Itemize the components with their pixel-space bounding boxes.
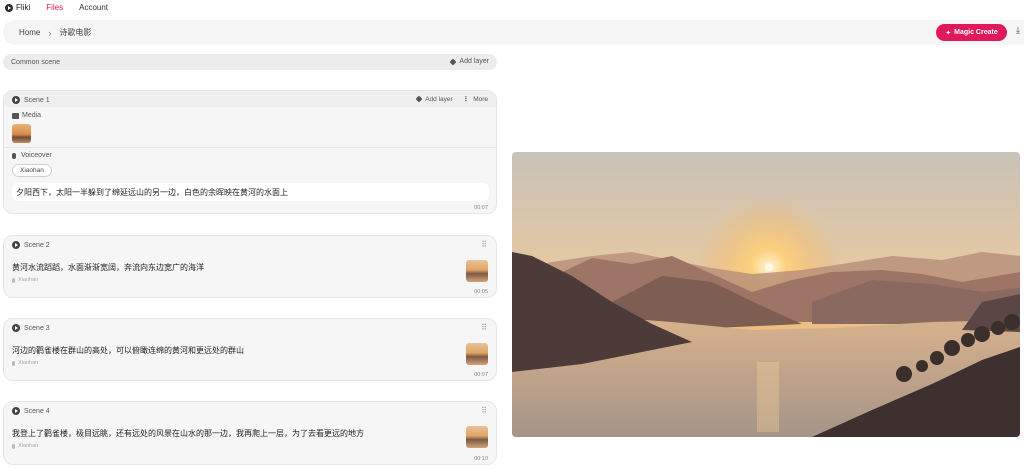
scene-duration: 00:05: [474, 289, 488, 295]
magic-create-label: Magic Create: [954, 29, 998, 36]
divider: [4, 147, 496, 148]
play-icon[interactable]: [12, 96, 20, 104]
scene-title: Scene 2: [24, 241, 50, 249]
play-icon[interactable]: [12, 241, 20, 249]
nav-account[interactable]: Account: [79, 3, 108, 12]
scene-thumbnail[interactable]: [466, 343, 488, 365]
play-icon[interactable]: [12, 324, 20, 332]
scene-thumbnail[interactable]: [466, 426, 488, 448]
sparkle-icon: ✦: [945, 29, 952, 37]
voiceover-label: Voiceover: [21, 152, 52, 159]
microphone-icon: [12, 152, 16, 159]
scene-card-3[interactable]: Scene 3 ⠿ 河边的鹳雀楼在群山的高处，可以俯瞰连绵的黄河和更远处的群山 …: [3, 318, 497, 381]
scene-script-input[interactable]: 夕阳西下，太阳一半躲到了绵延远山的另一边，白色的余晖映在黄河的水面上: [12, 183, 489, 201]
brand-logo[interactable]: Fliki: [5, 3, 30, 12]
top-navigation: Fliki Files Account: [0, 0, 1024, 15]
media-label: Media: [22, 112, 42, 119]
scene-script-text[interactable]: 河边的鹳雀楼在群山的高处，可以俯瞰连绵的黄河和更远处的群山: [12, 345, 244, 356]
common-scene-label: Common scene: [11, 58, 61, 66]
brand-name: Fliki: [16, 3, 31, 12]
common-scene-bar[interactable]: Common scene Add layer: [3, 54, 497, 70]
scene-header: Scene 4: [12, 407, 50, 415]
add-layer-label: Add layer: [425, 95, 453, 103]
magic-create-button[interactable]: ✦ Magic Create: [936, 24, 1007, 41]
voice-name: Xiaohan: [18, 360, 39, 366]
scene-duration: 00:07: [474, 205, 488, 211]
image-icon: [12, 112, 19, 119]
scene-voice: Xiaohan: [12, 360, 38, 366]
more-label: More: [473, 95, 488, 103]
download-icon[interactable]: ⤓: [1016, 25, 1020, 36]
common-add-layer-button[interactable]: Add layer: [450, 58, 489, 65]
scene-voice: Xiaohan: [12, 443, 38, 449]
scene-card-1[interactable]: Scene 1 Add layer ⋮ More Media Voiceover…: [3, 90, 497, 214]
media-section-label: Media: [12, 112, 41, 119]
play-icon[interactable]: [12, 407, 20, 415]
microphone-icon: [12, 443, 15, 449]
drag-handle-icon[interactable]: ⠿: [481, 324, 487, 332]
nav-files[interactable]: Files: [46, 3, 63, 12]
more-vertical-icon: ⋮: [462, 96, 470, 103]
microphone-icon: [12, 360, 15, 366]
scene-script-text[interactable]: 我登上了鹳雀楼，极目远眺，还有远处的风景在山水的那一边，我再爬上一层，为了去看更…: [12, 428, 364, 439]
scene-card-2[interactable]: Scene 2 ⠿ 黄河水流蹈蹈，水面渐渐宽阔，奔流向东边宽广的海洋 Xiaoh…: [3, 235, 497, 298]
breadcrumb-home[interactable]: Home: [19, 28, 40, 37]
scene-script-text[interactable]: 黄河水流蹈蹈，水面渐渐宽阔，奔流向东边宽广的海洋: [12, 262, 204, 273]
breadcrumb-current: 诗歌电影: [59, 28, 92, 37]
breadcrumb-separator-icon: ›: [48, 27, 52, 38]
scene-duration: 00:10: [474, 456, 488, 462]
scene-add-layer-button[interactable]: Add layer: [415, 95, 453, 103]
scene-title: Scene 4: [24, 407, 50, 415]
voice-selector-chip[interactable]: Xiaohan: [12, 164, 52, 177]
voiceover-section-label: Voiceover: [12, 152, 52, 159]
microphone-icon: [12, 277, 15, 283]
scene-actions: Add layer ⋮ More: [415, 95, 488, 104]
scene-thumbnail[interactable]: [466, 260, 488, 282]
layers-icon: [415, 95, 423, 103]
drag-handle-icon[interactable]: ⠿: [481, 241, 487, 249]
scene-duration: 00:07: [474, 372, 488, 378]
sunset-landscape-image: [512, 152, 1020, 437]
scene-header: Scene 1: [12, 96, 50, 104]
voice-name: Xiaohan: [18, 443, 39, 449]
scene-header: Scene 2: [12, 241, 50, 249]
scene-card-4[interactable]: Scene 4 ⠿ 我登上了鹳雀楼，极目远眺，还有远处的风景在山水的那一边，我再…: [3, 401, 497, 465]
scene-voice: Xiaohan: [12, 277, 38, 283]
media-thumbnail[interactable]: [12, 124, 31, 143]
scene-title: Scene 1: [24, 96, 50, 104]
layers-icon: [450, 58, 457, 65]
breadcrumb: Home › 诗歌电影 ✦ Magic Create ⤓: [3, 20, 1024, 45]
scene-title: Scene 3: [24, 324, 50, 332]
play-logo-icon: [5, 3, 13, 12]
voice-name: Xiaohan: [18, 277, 39, 283]
more-button[interactable]: ⋮ More: [462, 95, 488, 104]
drag-handle-icon[interactable]: ⠿: [481, 407, 487, 415]
scene-preview-image[interactable]: [512, 152, 1020, 437]
add-layer-label: Add layer: [459, 58, 489, 65]
scene-header: Scene 3: [12, 324, 50, 332]
